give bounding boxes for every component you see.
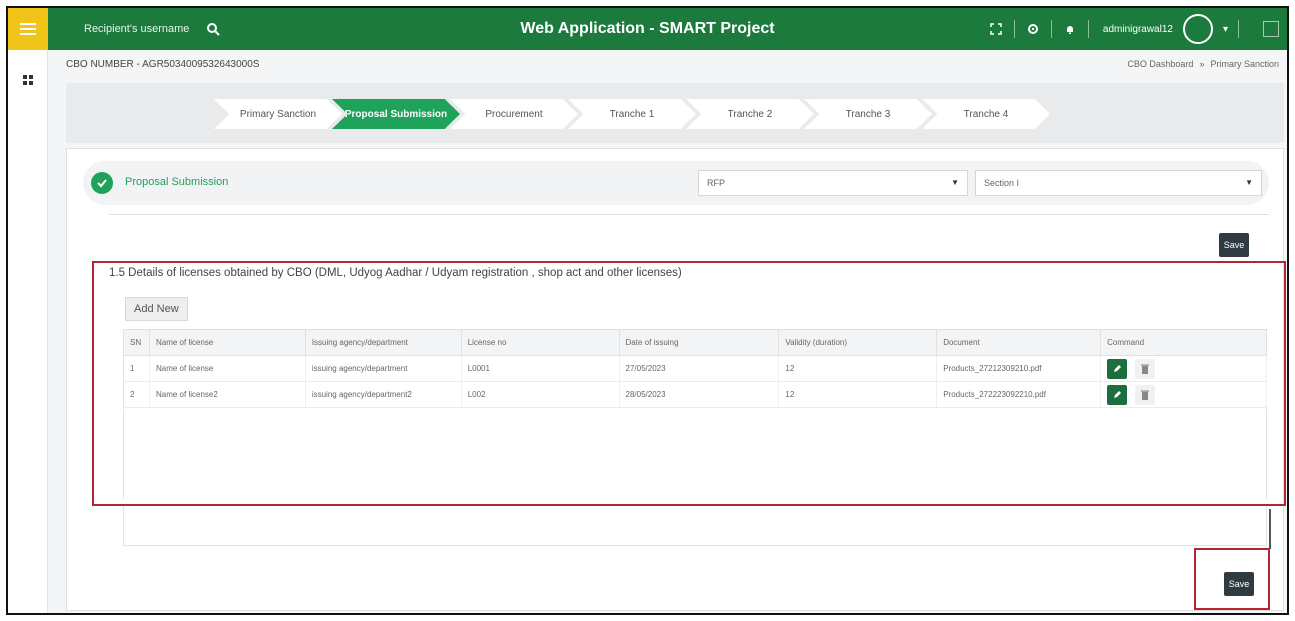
cell-license-no: L002 <box>461 381 620 408</box>
chevron-down-icon: ▼ <box>951 178 959 187</box>
expand-icon[interactable] <box>1263 21 1279 37</box>
cell-command <box>1100 355 1267 382</box>
search-icon[interactable] <box>206 22 220 36</box>
table-footer-area <box>123 506 1267 546</box>
save-button-bottom[interactable]: Save <box>1224 572 1254 596</box>
column-header[interactable]: Name of license <box>148 329 306 356</box>
column-header[interactable]: License no <box>460 329 620 356</box>
column-header[interactable]: SN <box>123 329 150 356</box>
chevron-down-icon[interactable]: ▾ <box>1223 24 1228 35</box>
header-divider <box>1087 20 1089 38</box>
cell-date-issuing: 28/05/2023 <box>619 381 780 408</box>
breadcrumb: CBO Dashboard » Primary Sanction <box>1127 59 1279 69</box>
fullscreen-icon[interactable] <box>988 21 1004 37</box>
chevron-down-icon: ▼ <box>1245 178 1253 187</box>
cell-issuing-agency: issuing agency/department2 <box>305 381 462 408</box>
app-frame: Web Application - SMART Project adminigr… <box>6 6 1289 615</box>
hamburger-menu-icon[interactable] <box>8 8 48 50</box>
step-primary-sanction[interactable]: Primary Sanction <box>214 99 342 129</box>
cell-validity: 12 <box>778 355 938 382</box>
delete-icon[interactable] <box>1135 358 1156 379</box>
search-input[interactable] <box>76 16 206 42</box>
column-header[interactable]: Document <box>936 329 1102 356</box>
cell-issuing-agency: issuing agency/department <box>305 355 462 382</box>
breadcrumb-current: Primary Sanction <box>1210 59 1279 69</box>
column-header[interactable]: Validity (duration) <box>778 329 938 356</box>
column-header[interactable]: Date of issuing <box>618 329 780 356</box>
vertical-rule <box>1269 509 1271 549</box>
progress-stepper: Primary Sanction Proposal Submission Pro… <box>214 99 1050 129</box>
section-value: Section I <box>984 178 1020 188</box>
header-divider <box>1238 20 1239 38</box>
edit-icon[interactable] <box>1107 358 1128 379</box>
document-type-value: RFP <box>707 178 725 188</box>
status-label: Proposal Submission <box>125 176 229 188</box>
licenses-table: SN Name of license Issuing agency/depart… <box>123 329 1267 408</box>
cell-command <box>1100 381 1267 408</box>
cell-validity: 12 <box>778 381 938 408</box>
status-row: Proposal Submission RFP ▼ Section I ▼ <box>83 161 1269 205</box>
table-row: 1 Name of license issuing agency/departm… <box>123 355 1267 382</box>
breadcrumb-separator: » <box>1199 59 1205 69</box>
cell-sn: 1 <box>123 355 150 382</box>
username[interactable]: adminigrawal12 <box>1103 24 1173 35</box>
stepper-panel: Primary Sanction Proposal Submission Pro… <box>66 83 1284 143</box>
cell-date-issuing: 27/05/2023 <box>619 355 780 382</box>
search-area <box>76 16 236 42</box>
step-tranche-2[interactable]: Tranche 2 <box>686 99 814 129</box>
check-icon <box>91 172 113 194</box>
table-row: 2 Name of license2 issuing agency/depart… <box>123 381 1267 408</box>
step-tranche-1[interactable]: Tranche 1 <box>568 99 696 129</box>
header-divider <box>1013 20 1015 38</box>
delete-icon[interactable] <box>1135 384 1156 405</box>
save-button-top[interactable]: Save <box>1219 233 1249 257</box>
divider <box>109 214 1269 215</box>
edit-icon[interactable] <box>1107 384 1128 405</box>
section-select[interactable]: Section I ▼ <box>975 170 1262 196</box>
step-proposal-submission[interactable]: Proposal Submission <box>332 99 460 129</box>
step-tranche-4[interactable]: Tranche 4 <box>922 99 1050 129</box>
header-divider <box>1050 20 1052 38</box>
step-procurement[interactable]: Procurement <box>450 99 578 129</box>
document-type-select[interactable]: RFP ▼ <box>698 170 968 196</box>
table-header-row: SN Name of license Issuing agency/depart… <box>123 329 1267 356</box>
grid-icon[interactable] <box>23 72 33 85</box>
avatar[interactable] <box>1182 14 1213 44</box>
cell-license-name: Name of license <box>149 355 306 382</box>
sidebar-rail <box>8 50 48 613</box>
cell-license-name: Name of license2 <box>149 381 306 408</box>
top-navbar: Web Application - SMART Project adminigr… <box>8 8 1287 50</box>
cell-sn: 2 <box>123 381 150 408</box>
main-card: Proposal Submission RFP ▼ Section I ▼ Sa… <box>66 148 1286 611</box>
cell-document[interactable]: Products_27212309210.pdf <box>936 355 1102 382</box>
header-actions: adminigrawal12 ▾ <box>988 8 1279 50</box>
cell-document[interactable]: Products_272223092210.pdf <box>936 381 1102 408</box>
table-empty-area <box>123 409 1267 499</box>
cell-license-no: L0001 <box>461 355 620 382</box>
column-header[interactable]: Issuing agency/department <box>304 329 462 356</box>
settings-icon[interactable] <box>1025 21 1041 37</box>
cbo-number: CBO NUMBER - AGR5034009532643000S <box>66 59 260 70</box>
add-new-button[interactable]: Add New <box>125 297 188 321</box>
step-tranche-3[interactable]: Tranche 3 <box>804 99 932 129</box>
notification-icon[interactable] <box>1062 21 1078 37</box>
breadcrumb-dashboard[interactable]: CBO Dashboard <box>1127 59 1193 69</box>
column-header: Command <box>1100 329 1267 356</box>
